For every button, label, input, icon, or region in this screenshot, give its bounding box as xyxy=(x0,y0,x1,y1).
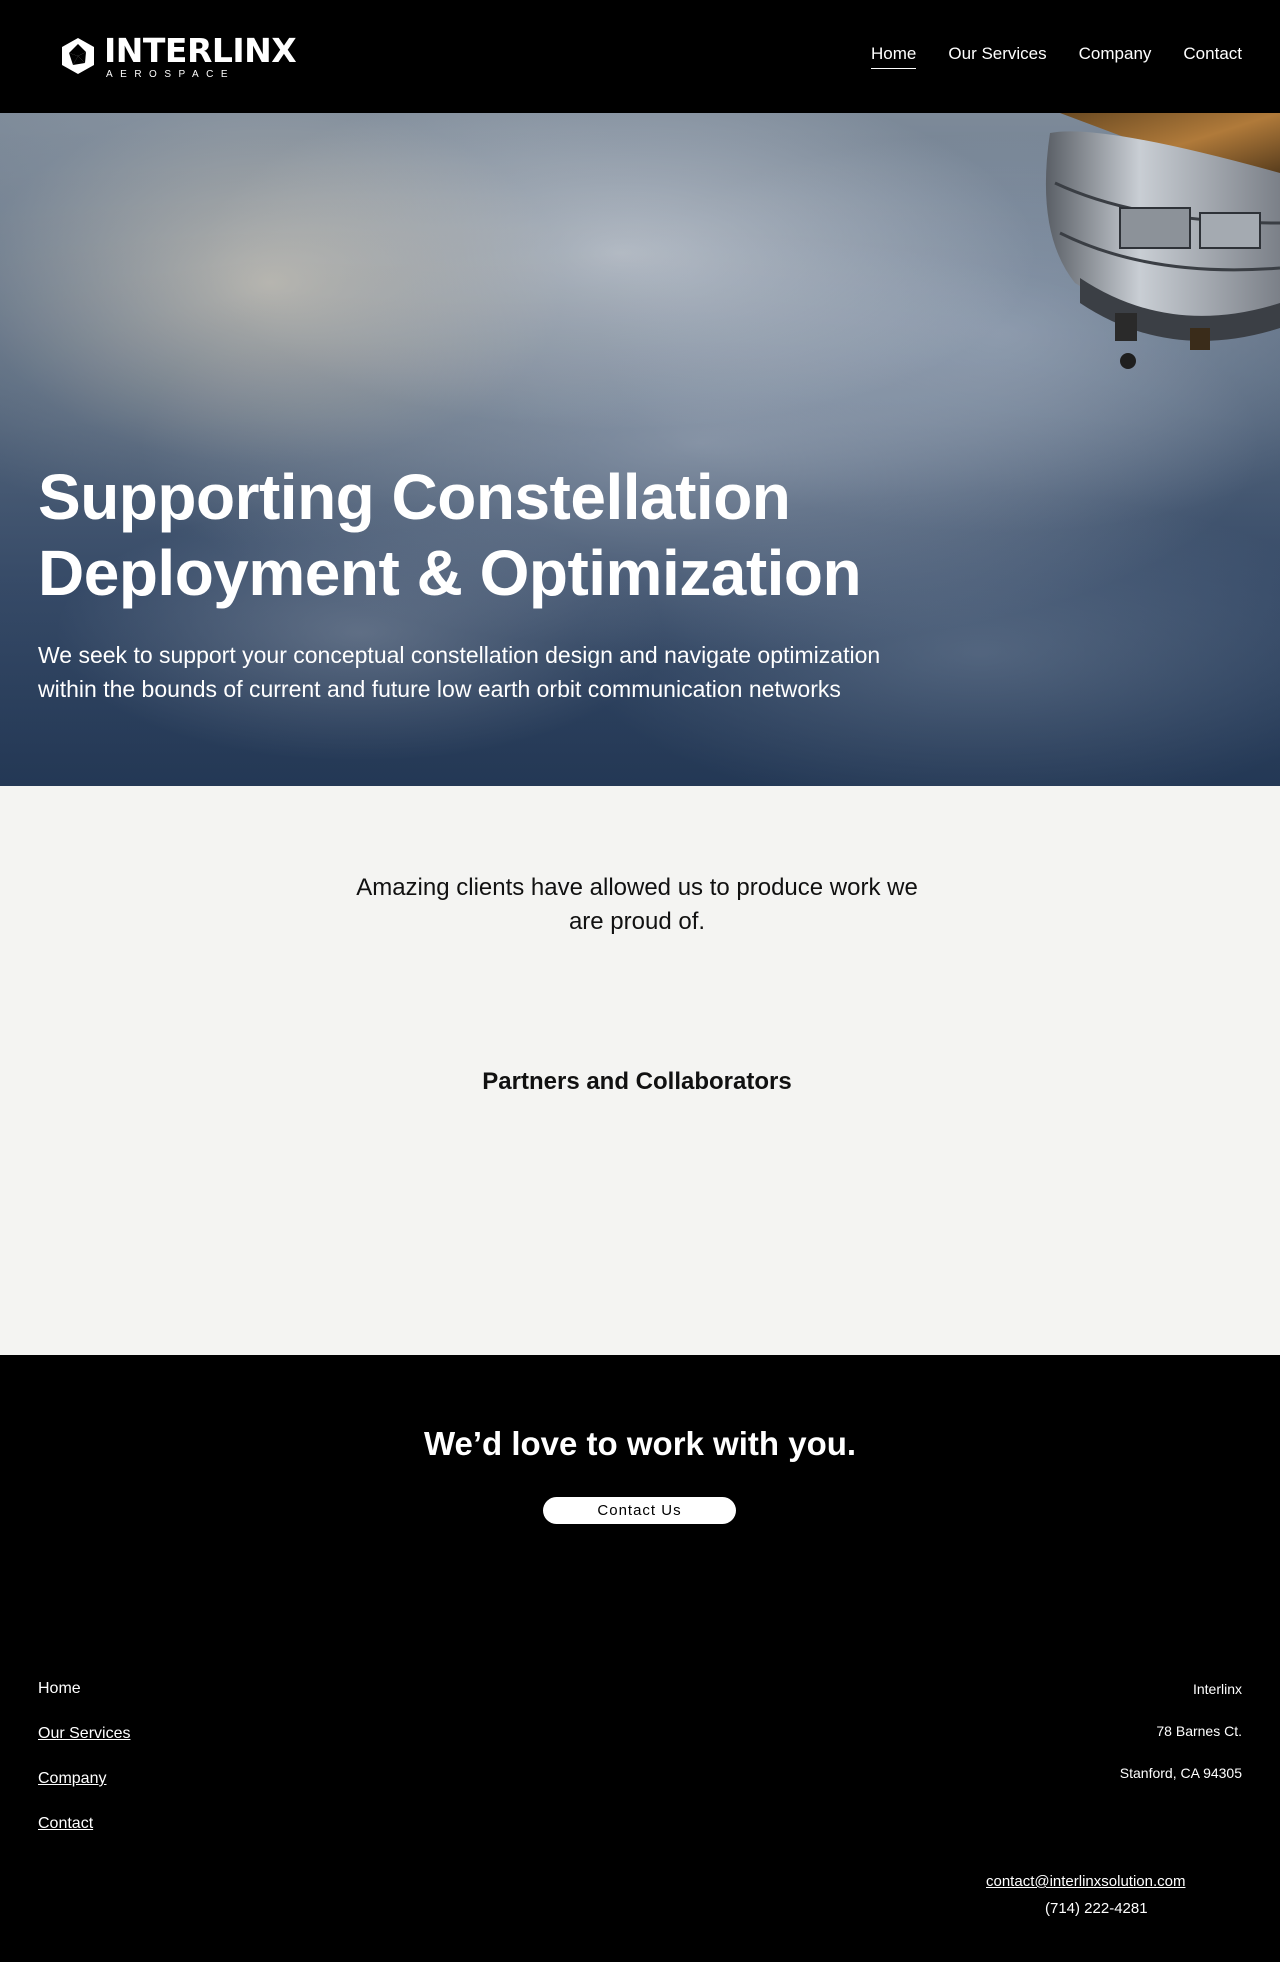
footer-nav-contact[interactable]: Contact xyxy=(38,1815,93,1833)
satellite-image xyxy=(1045,113,1280,369)
contact-us-button[interactable]: Contact Us xyxy=(543,1497,736,1524)
footer-email-link[interactable]: contact@interlinxsolution.com xyxy=(986,1873,1185,1890)
nav-company[interactable]: Company xyxy=(1079,44,1152,69)
site-header: INTERLINX AEROSPACE Home Our Services Co… xyxy=(0,0,1280,113)
cta-section: We’d love to work with you. Contact Us xyxy=(0,1355,1280,1655)
footer-nav-our-services[interactable]: Our Services xyxy=(38,1725,130,1743)
footer-phone: (714) 222-4281 xyxy=(1045,1900,1148,1917)
hero-title-line1: Supporting Constellation xyxy=(38,461,791,533)
logo[interactable]: INTERLINX AEROSPACE xyxy=(58,31,297,81)
logo-wordmark: INTERLINX xyxy=(104,31,297,70)
cta-title: We’d love to work with you. xyxy=(423,1425,857,1462)
clients-statement: Amazing clients have allowed us to produ… xyxy=(330,871,944,939)
logo-subtitle: AEROSPACE xyxy=(106,69,235,80)
hero-title-line2: Deployment & Optimization xyxy=(38,537,862,609)
hero-subtitle-line2: within the bounds of current and future … xyxy=(38,676,841,702)
hero-subtitle-line1: We seek to support your conceptual const… xyxy=(38,642,881,668)
hero-section: Supporting Constellation Deployment & Op… xyxy=(0,113,1280,786)
clients-statement-line1: Amazing clients have allowed us to produ… xyxy=(356,874,918,901)
hero-subtitle: We seek to support your conceptual const… xyxy=(38,638,1018,706)
partners-heading: Partners and Collaborators xyxy=(482,1068,792,1095)
hero-title: Supporting Constellation Deployment & Op… xyxy=(38,459,938,611)
footer-city: Stanford, CA 94305 xyxy=(1119,1765,1242,1781)
footer-nav-home[interactable]: Home xyxy=(38,1680,81,1698)
clients-section: Amazing clients have allowed us to produ… xyxy=(0,786,1280,1355)
nav-home[interactable]: Home xyxy=(871,44,917,69)
main-nav: Home Our Services Company Contact xyxy=(871,44,1242,69)
logo-text: INTERLINX AEROSPACE xyxy=(104,31,297,81)
footer-street: 78 Barnes Ct. xyxy=(1156,1723,1242,1739)
footer-nav-company[interactable]: Company xyxy=(38,1770,106,1788)
clients-statement-line2: are proud of. xyxy=(568,908,706,935)
nav-our-services[interactable]: Our Services xyxy=(948,44,1046,69)
logo-aperture-icon xyxy=(62,38,94,74)
footer-company-name: Interlinx xyxy=(1192,1681,1242,1697)
nav-contact[interactable]: Contact xyxy=(1183,44,1242,69)
